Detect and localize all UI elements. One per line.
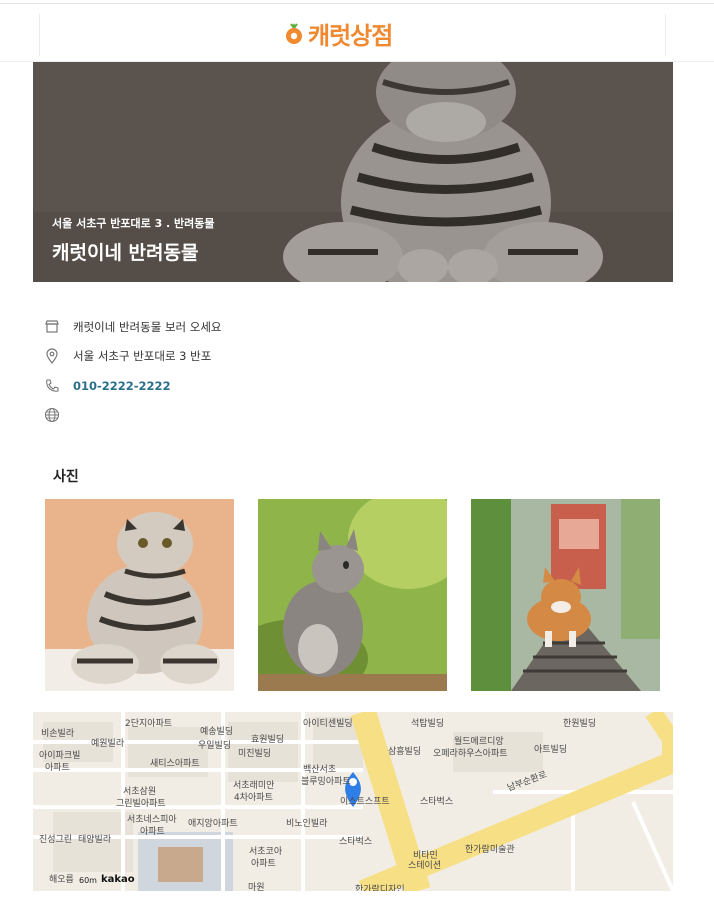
site-header: 캐럿상점 xyxy=(0,4,714,62)
map-label: 애지앙아파트 xyxy=(188,819,238,829)
map-scale: 60m xyxy=(79,876,97,885)
location-map[interactable]: 비손빌라 2단지아파트 예송빌딩 효원빌딩 아이티센빌딩 석탑빌딩 월드메르디앙… xyxy=(33,712,673,891)
location-pin-icon xyxy=(44,348,60,364)
photo-kitten[interactable] xyxy=(258,499,447,691)
map-label: 효원빌딩 xyxy=(251,735,285,745)
map-label: 스타벅스 xyxy=(420,797,454,807)
phone-row: 010-2222-2222 xyxy=(44,375,171,397)
map-label: 아파트 xyxy=(140,827,165,837)
map-label: 해오름 xyxy=(49,875,74,885)
map-label: 비손빌라 xyxy=(41,729,75,739)
map-label: 한가람미술관 xyxy=(465,845,515,855)
logo-text: 캐럿상점 xyxy=(308,21,393,50)
description-row: 캐럿이네 반려동물 보러 오세요 xyxy=(44,316,222,338)
map-label: 우일빌딩 xyxy=(198,741,232,751)
map-label: 한원빌딩 xyxy=(563,719,597,729)
map-label: 마원 xyxy=(248,883,265,891)
map-label: 예원빌라 xyxy=(91,739,125,749)
phone-link[interactable]: 010-2222-2222 xyxy=(73,379,171,393)
map-label: 아이티센빌딩 xyxy=(303,719,353,729)
map-label: 그린빌아파트 xyxy=(116,799,166,809)
map-label: 예송빌딩 xyxy=(200,727,234,737)
photo-corgi[interactable] xyxy=(471,499,660,691)
map-label: 삼흥빌딩 xyxy=(388,747,422,757)
photos-heading: 사진 xyxy=(53,469,79,485)
map-label: 미진빌딩 xyxy=(238,749,272,759)
hero-title: 캐럿이네 반려동물 xyxy=(52,242,199,264)
map-label: 새티스아파트 xyxy=(150,759,200,769)
header-divider-left xyxy=(39,14,40,56)
map-label: 진성그린 xyxy=(39,835,73,845)
logo[interactable]: 캐럿상점 xyxy=(284,18,393,50)
map-label: 아트빌딩 xyxy=(534,745,568,755)
map-attribution[interactable]: kakao xyxy=(101,874,135,885)
map-label: 아파트 xyxy=(45,763,70,773)
address-text: 서울 서초구 반포대로 3 반포 xyxy=(73,349,212,363)
globe-icon xyxy=(44,407,60,423)
map-label: 스타벅스 xyxy=(339,837,373,847)
map-label: 아파트 xyxy=(251,859,276,869)
map-label: 석탑빌딩 xyxy=(411,719,445,729)
map-label: 2단지아파트 xyxy=(125,719,173,729)
map-label: 4차아파트 xyxy=(234,793,273,803)
map-label: 오페라하우스아파트 xyxy=(433,749,508,759)
carrot-icon xyxy=(284,21,304,45)
map-label: 한가람디자인 xyxy=(355,885,405,891)
map-label: 태양빌라 xyxy=(78,835,112,845)
address-row: 서울 서초구 반포대로 3 반포 xyxy=(44,345,211,367)
store-icon xyxy=(44,319,60,335)
photo-scottish-fold-cat[interactable] xyxy=(45,499,234,691)
hero-address: 서울 서초구 반포대로 3 . 반려동물 xyxy=(52,217,215,230)
header-divider-right xyxy=(665,14,666,56)
map-label: 스테이션 xyxy=(408,861,442,871)
hero-banner: 서울 서초구 반포대로 3 . 반려동물 캐럿이네 반려동물 xyxy=(33,62,673,282)
map-label: 이스트스프트 xyxy=(340,797,390,807)
map-label: 비노인빌라 xyxy=(286,819,328,829)
website-row xyxy=(44,404,73,426)
description-text: 캐럿이네 반려동물 보러 오세요 xyxy=(73,320,222,334)
map-label: 블루밍아파트 xyxy=(301,777,351,787)
phone-icon xyxy=(44,378,60,394)
